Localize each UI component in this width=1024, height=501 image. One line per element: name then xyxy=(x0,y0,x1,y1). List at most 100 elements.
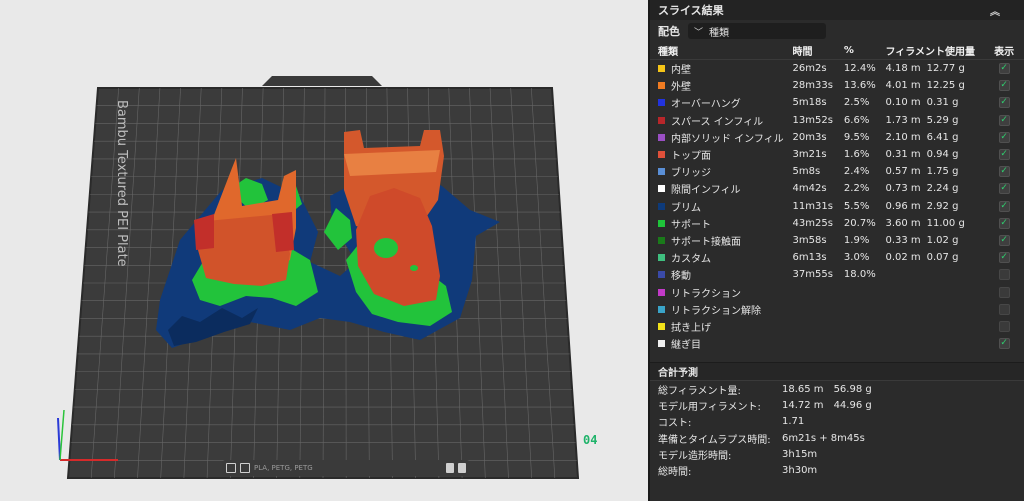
legend-type-cell: 外壁 xyxy=(658,78,793,93)
legend-show-cell: ✓ xyxy=(992,114,1016,126)
legend-filament-m: 3.60 m xyxy=(885,217,921,229)
legend-time: 11m31s xyxy=(792,200,833,212)
show-checkbox[interactable]: ✓ xyxy=(998,63,1010,75)
legend-time: 13m52s xyxy=(792,114,833,126)
color-swatch xyxy=(658,271,665,279)
show-checkbox[interactable] xyxy=(998,320,1010,332)
legend-type-name: 内壁 xyxy=(671,65,691,77)
plate-number-label: 04 xyxy=(583,433,597,447)
legend-time: 3m21s xyxy=(792,149,827,161)
summary-label: モデル造形時間: xyxy=(658,450,732,462)
legend-show-cell: ✓ xyxy=(992,217,1016,229)
plate-arrange-icon[interactable] xyxy=(240,463,250,473)
show-checkbox[interactable]: ✓ xyxy=(998,252,1010,264)
show-checkbox[interactable]: ✓ xyxy=(998,234,1010,246)
legend-row-9: サポート 43m25s 20.7% 3.60 m 11.00 g ✓ xyxy=(650,215,1024,232)
legend-time: 43m25s xyxy=(792,217,833,229)
summary-value-1: 14.72 m xyxy=(782,399,824,411)
show-checkbox[interactable]: ✓ xyxy=(998,131,1010,143)
show-checkbox[interactable]: ✓ xyxy=(998,149,1010,161)
legend-type-cell: ブリッジ xyxy=(658,164,793,179)
summary-value-1: 3h15m xyxy=(782,448,818,460)
show-checkbox[interactable]: ✓ xyxy=(998,80,1010,92)
legend-filament-g: 0.31 g xyxy=(926,97,959,109)
legend-filament: 4.01 m 12.25 g xyxy=(885,80,992,91)
color-swatch xyxy=(658,65,665,73)
summary-label: コスト: xyxy=(658,418,692,430)
color-swatch xyxy=(658,168,665,176)
legend-percent: 1.9% xyxy=(843,234,870,246)
color-swatch xyxy=(658,236,665,244)
summary-row: モデル用フィラメント: 14.72 m 44.96 g xyxy=(650,397,1024,413)
color-swatch xyxy=(658,254,665,262)
legend-type-name: 拭き上げ xyxy=(671,322,711,334)
legend-show-cell: ✓ xyxy=(992,166,1016,178)
header-percent: % xyxy=(843,45,854,56)
legend-time: 6m13s xyxy=(792,252,827,264)
legend-type-cell: カスタム xyxy=(658,250,793,265)
legend-row-5: トップ面 3m21s 1.6% 0.31 m 0.94 g ✓ xyxy=(650,146,1024,163)
plate-select-icon[interactable] xyxy=(226,463,236,473)
legend-percent: 20.7% xyxy=(843,217,876,229)
legend-type-cell: オーバーハング xyxy=(658,95,793,110)
legend-show-cell xyxy=(992,303,1016,315)
show-checkbox[interactable] xyxy=(998,269,1010,281)
legend-time: 5m8s xyxy=(792,166,821,178)
legend-filament: 0.96 m 2.92 g xyxy=(885,201,992,212)
color-scheme-select[interactable]: ﹀ 種類 xyxy=(688,23,826,39)
legend-type-cell: ブリム xyxy=(658,199,793,214)
show-checkbox[interactable] xyxy=(998,286,1010,298)
legend-filament: 0.33 m 1.02 g xyxy=(885,235,992,246)
plate-lock-icon[interactable] xyxy=(458,463,466,473)
legend-type-cell: スパース インフィル xyxy=(658,113,793,128)
show-checkbox[interactable]: ✓ xyxy=(998,97,1010,109)
legend-percent: 9.5% xyxy=(843,131,870,143)
legend-type-cell: リトラクション xyxy=(658,285,793,300)
color-scheme-row: 配色 ﹀ 種類 xyxy=(650,20,1024,42)
show-checkbox[interactable]: ✓ xyxy=(998,114,1010,126)
legend-percent: 2.5% xyxy=(843,97,870,109)
color-swatch xyxy=(658,133,665,141)
legend-type-cell: 拭き上げ xyxy=(658,319,793,334)
show-checkbox[interactable]: ✓ xyxy=(998,217,1010,229)
build-plate-scene[interactable]: Bambu Textured PEI Plate 04 xyxy=(0,0,650,501)
summary-value-2: 44.96 g xyxy=(833,399,872,411)
legend-row-1: 外壁 28m33s 13.6% 4.01 m 12.25 g ✓ xyxy=(650,77,1024,94)
collapse-chevron-icon[interactable]: ︽ xyxy=(990,3,1000,18)
plate-delete-icon[interactable] xyxy=(446,463,454,473)
legend-type-name: カスタム xyxy=(671,254,711,266)
legend-filament-m: 0.10 m xyxy=(885,97,921,109)
legend-row-4: 内部ソリッド インフィル 20m3s 9.5% 2.10 m 6.41 g ✓ xyxy=(650,129,1024,146)
legend-filament-g: 2.92 g xyxy=(926,200,959,212)
color-swatch xyxy=(658,340,665,348)
legend-filament-m: 4.18 m xyxy=(885,63,921,75)
legend-type-cell: 継ぎ目 xyxy=(658,336,793,351)
legend-percent: 2.2% xyxy=(843,183,870,195)
color-swatch xyxy=(658,82,665,90)
legend-filament-m: 0.57 m xyxy=(885,166,921,178)
header-show: 表示 xyxy=(994,47,1015,58)
legend-percent: 12.4% xyxy=(843,63,876,75)
show-checkbox[interactable]: ✓ xyxy=(998,338,1010,350)
legend-filament: 2.10 m 6.41 g xyxy=(885,132,992,143)
show-checkbox[interactable]: ✓ xyxy=(998,166,1010,178)
summary-label: 準備とタイムラプス時間: xyxy=(658,434,771,446)
legend-percent: 5.5% xyxy=(843,200,870,212)
plate-toolbar: PLA, PETG, PETG xyxy=(222,460,470,476)
legend-filament-g: 12.25 g xyxy=(926,80,965,92)
legend-show-cell xyxy=(992,320,1016,332)
3d-viewport[interactable]: Bambu Textured PEI Plate 04 PLA, PETG, P… xyxy=(0,0,650,501)
header-filament: フィラメント使用量 xyxy=(885,47,975,58)
legend-show-cell: ✓ xyxy=(992,63,1016,75)
legend-type-name: サポート接触面 xyxy=(671,236,741,248)
show-checkbox[interactable]: ✓ xyxy=(998,183,1010,195)
z-axis-gizmo xyxy=(57,417,61,461)
model-hole xyxy=(374,238,398,258)
legend-type-name: 移動 xyxy=(671,271,691,283)
panel-title: スライス結果 xyxy=(658,4,724,17)
legend-filament-m: 2.10 m xyxy=(885,131,921,143)
show-checkbox[interactable] xyxy=(998,303,1010,315)
show-checkbox[interactable]: ✓ xyxy=(998,200,1010,212)
legend-filament-g: 11.00 g xyxy=(926,217,965,229)
summary-title: 合計予測 xyxy=(650,362,1024,381)
